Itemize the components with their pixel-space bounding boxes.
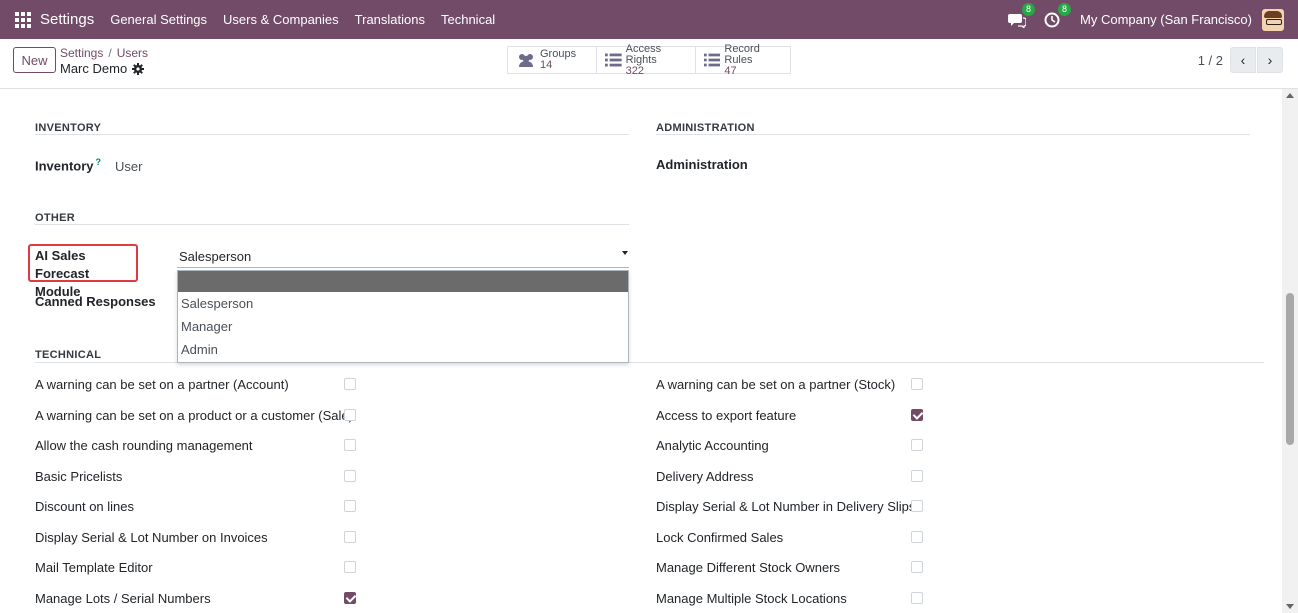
tech-right-checkbox[interactable]: [911, 531, 923, 543]
tech-left-checkbox[interactable]: [344, 409, 356, 421]
tech-left-checkbox[interactable]: [344, 592, 356, 604]
record-title: Marc Demo: [60, 61, 145, 76]
tech-right-label: Manage Different Stock Owners: [656, 560, 841, 575]
inventory-section-title: INVENTORY: [35, 122, 102, 134]
tech-right-checkbox[interactable]: [911, 592, 923, 604]
administration-divider: [656, 134, 1250, 135]
record-rules-smart-button[interactable]: Record Rules 47: [696, 42, 790, 76]
tech-left-label: Allow the cash rounding management: [35, 438, 253, 453]
ai-sales-forecast-label: AI Sales Forecast Module: [35, 248, 90, 299]
tech-left-checkbox[interactable]: [344, 470, 356, 482]
tech-right-checkbox[interactable]: [911, 500, 923, 512]
new-button[interactable]: New: [13, 47, 56, 73]
breadcrumb: Settings / Users: [60, 46, 149, 60]
tech-right-label: Manage Multiple Stock Locations: [656, 591, 847, 606]
tech-left-checkbox[interactable]: [344, 500, 356, 512]
record-rules-count: 47: [724, 64, 737, 77]
scroll-down-icon[interactable]: [1286, 604, 1294, 609]
tech-right-label: A warning can be set on a partner (Stock…: [656, 377, 896, 392]
inventory-value[interactable]: User: [115, 159, 142, 174]
select-dropdown: Salesperson Manager Admin: [177, 270, 629, 363]
smart-buttons: Groups 14 Access Rights 322 Record Rules 47: [507, 42, 791, 76]
menu-translations[interactable]: Translations: [355, 12, 425, 27]
tech-left-checkbox[interactable]: [344, 378, 356, 390]
access-rights-label: Access Rights: [625, 42, 662, 66]
chevron-right-icon: ›: [1267, 52, 1273, 68]
access-rights-smart-button[interactable]: Access Rights 322: [597, 42, 696, 76]
list-icon: [605, 53, 622, 67]
tech-left-label: Manage Lots / Serial Numbers: [35, 591, 211, 606]
activities-badge: 8: [1058, 2, 1072, 16]
technical-section-title: TECHNICAL: [35, 349, 102, 361]
scrollbar-thumb[interactable]: [1286, 293, 1294, 445]
dropdown-option-admin[interactable]: Admin: [178, 338, 628, 361]
form-sheet: INVENTORY Inventory? User ADMINISTRATION…: [0, 89, 1282, 613]
tech-right-label: Display Serial & Lot Number in Delivery …: [656, 499, 916, 514]
other-section-title: OTHER: [35, 212, 75, 224]
gear-icon[interactable]: [132, 62, 145, 75]
help-tooltip-icon[interactable]: ?: [96, 157, 102, 167]
dropdown-option-salesperson[interactable]: Salesperson: [178, 292, 628, 315]
scroll-up-icon[interactable]: [1286, 93, 1294, 98]
tech-right-label: Access to export feature: [656, 408, 797, 423]
breadcrumb-settings[interactable]: Settings: [60, 46, 103, 60]
activities-icon[interactable]: 8: [1044, 2, 1072, 28]
tech-left-label: A warning can be set on a partner (Accou…: [35, 377, 289, 392]
tech-left-checkbox[interactable]: [344, 439, 356, 451]
other-divider: [35, 224, 629, 225]
inventory-label: Inventory?: [35, 157, 102, 174]
vertical-scrollbar[interactable]: [1282, 89, 1298, 613]
groups-smart-button[interactable]: Groups 14: [508, 47, 597, 73]
tech-left-label: Basic Pricelists: [35, 469, 123, 484]
inventory-divider: [35, 134, 629, 135]
tech-right-label: Delivery Address: [656, 469, 754, 484]
caret-down-icon: [622, 251, 628, 255]
messages-icon[interactable]: 8: [1008, 2, 1036, 29]
tech-left-label: Mail Template Editor: [35, 560, 153, 575]
pager-value[interactable]: 1 / 2: [1198, 53, 1223, 68]
menu-users-companies[interactable]: Users & Companies: [223, 12, 339, 27]
tech-left-label: Display Serial & Lot Number on Invoices: [35, 530, 268, 545]
pager-next-button[interactable]: ›: [1257, 47, 1283, 73]
company-switcher[interactable]: My Company (San Francisco): [1080, 12, 1252, 27]
access-rights-count: 322: [625, 64, 644, 77]
tech-right-checkbox[interactable]: [911, 439, 923, 451]
tech-left-label: A warning can be set on a product or a c…: [35, 408, 353, 423]
dropdown-option-empty[interactable]: [178, 271, 628, 292]
tech-right-checkbox[interactable]: [911, 561, 923, 573]
top-navbar: Settings General Settings Users & Compan…: [0, 0, 1298, 39]
user-avatar[interactable]: [1262, 8, 1284, 31]
tech-left-checkbox[interactable]: [344, 531, 356, 543]
record-name: Marc Demo: [60, 61, 128, 76]
tech-right-label: Analytic Accounting: [656, 438, 769, 453]
tech-left-label: Discount on lines: [35, 499, 134, 514]
ai-sales-forecast-value: Salesperson: [179, 249, 252, 264]
menu-technical[interactable]: Technical: [441, 12, 495, 27]
tech-right-label: Lock Confirmed Sales: [656, 530, 784, 545]
tech-right-checkbox[interactable]: [911, 470, 923, 482]
app-brand[interactable]: Settings: [40, 11, 94, 28]
administration-label: Administration: [656, 157, 748, 172]
apps-menu-icon[interactable]: [15, 11, 31, 28]
form-view: INVENTORY Inventory? User ADMINISTRATION…: [0, 89, 1298, 613]
list-icon: [704, 53, 721, 67]
groups-count: 14: [540, 59, 553, 71]
ai-sales-forecast-select[interactable]: Salesperson: [177, 246, 629, 268]
canned-responses-label: Canned Responses: [35, 294, 156, 309]
dropdown-option-manager[interactable]: Manager: [178, 315, 628, 338]
tech-right-checkbox[interactable]: [911, 378, 923, 390]
breadcrumb-users[interactable]: Users: [117, 46, 148, 60]
users-icon: [519, 54, 533, 67]
menu-general-settings[interactable]: General Settings: [110, 12, 207, 27]
messages-badge: 8: [1022, 2, 1036, 16]
administration-section-title: ADMINISTRATION: [656, 122, 755, 134]
control-panel: New Settings / Users Marc Demo Groups 14 Ac…: [0, 39, 1298, 89]
tech-right-checkbox[interactable]: [911, 409, 923, 421]
chevron-left-icon: ‹: [1240, 52, 1246, 68]
tech-left-checkbox[interactable]: [344, 561, 356, 573]
record-rules-label: Record Rules: [724, 42, 760, 66]
pager-previous-button[interactable]: ‹: [1230, 47, 1256, 73]
